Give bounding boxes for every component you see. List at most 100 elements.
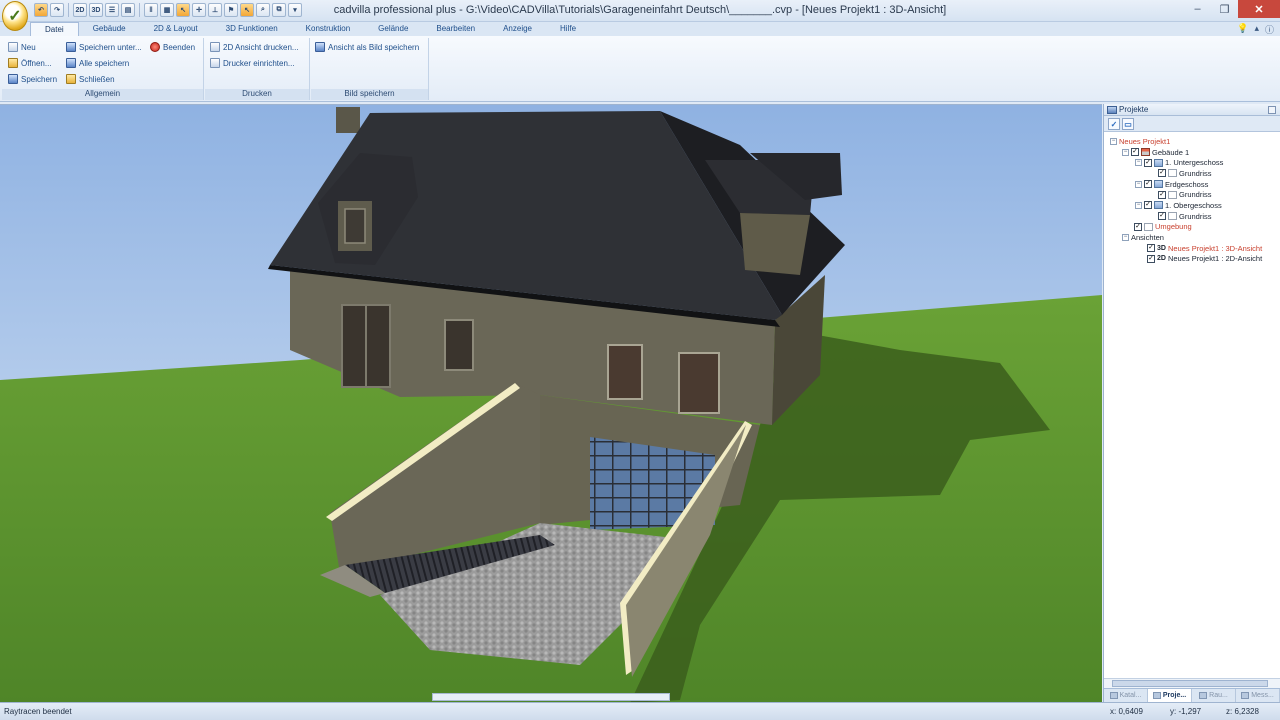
- tab-anzeige[interactable]: Anzeige: [489, 22, 546, 36]
- checkmark-icon[interactable]: ✓: [1108, 118, 1120, 130]
- collapse-icon[interactable]: −: [1135, 159, 1142, 167]
- visibility-checkbox[interactable]: ✓: [1144, 158, 1152, 167]
- tree-item-environment[interactable]: ✓ Umgebung: [1104, 222, 1280, 233]
- pin-icon[interactable]: [1268, 106, 1276, 114]
- panel-horizontal-scrollbar[interactable]: [1104, 678, 1280, 688]
- visibility-checkbox[interactable]: ✓: [1134, 222, 1142, 231]
- visibility-checkbox[interactable]: ✓: [1158, 190, 1166, 199]
- collapse-icon[interactable]: −: [1122, 234, 1129, 242]
- window-ground-2: [607, 344, 643, 400]
- tab-label: Rau...: [1209, 692, 1228, 699]
- 3d-scene[interactable]: [0, 105, 1102, 702]
- scrollbar-thumb[interactable]: [1112, 680, 1268, 687]
- tree-item-floor[interactable]: − ✓ 1. Obergeschoss: [1104, 200, 1280, 211]
- open-label: Öffnen...: [21, 58, 52, 68]
- tab-gelaende[interactable]: Gelände: [364, 22, 422, 36]
- panel-toolbar: ✓ ▭: [1104, 116, 1280, 132]
- tree-item-floor[interactable]: − ✓ 1. Untergeschoss: [1104, 157, 1280, 168]
- open-folder-icon: [8, 58, 18, 68]
- tab-2d-layout[interactable]: 2D & Layout: [140, 22, 212, 36]
- new-button[interactable]: Neu: [8, 42, 36, 52]
- exit-button[interactable]: Beenden: [150, 42, 195, 52]
- tree-item-plan[interactable]: ✓ Grundriss: [1104, 189, 1280, 200]
- collapse-icon[interactable]: −: [1122, 148, 1129, 156]
- save-as-icon: [66, 42, 76, 52]
- visibility-checkbox[interactable]: ✓: [1131, 148, 1139, 157]
- tree-item-view-3d[interactable]: ✓ 3D Neues Projekt1 : 3D-Ansicht: [1104, 243, 1280, 254]
- save-as-label: Speichern unter...: [79, 42, 142, 52]
- visibility-checkbox[interactable]: ✓: [1158, 212, 1166, 221]
- viewport-horizontal-scrollbar[interactable]: [432, 693, 670, 701]
- floorplan-icon: [1168, 169, 1177, 178]
- tree-label: 1. Obergeschoss: [1165, 200, 1222, 210]
- minimize-icon[interactable]: –: [1184, 0, 1211, 18]
- chimney: [336, 107, 360, 133]
- rooms-icon: [1199, 692, 1208, 699]
- tree-item-plan[interactable]: ✓ Grundriss: [1104, 211, 1280, 222]
- save-all-button[interactable]: Alle speichern: [66, 58, 129, 68]
- tab-datei[interactable]: Datei: [30, 22, 79, 36]
- printer-setup-icon: [210, 58, 220, 68]
- visibility-checkbox[interactable]: ✓: [1147, 244, 1155, 253]
- save-as-button[interactable]: Speichern unter...: [66, 42, 142, 52]
- tree-label: Grundriss: [1179, 168, 1212, 178]
- panel-bottom-tabs: Katal... Proje... Rau... Mess...: [1104, 688, 1280, 702]
- properties-icon[interactable]: ▭: [1122, 118, 1134, 130]
- floorplan-icon: [1168, 212, 1177, 221]
- save-all-label: Alle speichern: [79, 58, 130, 68]
- measure-tab-icon: [1241, 692, 1250, 699]
- tab-konstruktion[interactable]: Konstruktion: [292, 22, 364, 36]
- status-bar: Raytracen beendet x: 0,6409 y: -1,297 z:…: [0, 702, 1280, 720]
- ribbon-group-title: Drucken: [205, 89, 309, 100]
- view-tag: 3D: [1157, 244, 1166, 252]
- tree-label: Neues Projekt1 : 3D-Ansicht: [1167, 243, 1263, 253]
- building-icon: [1141, 148, 1150, 157]
- print-2d-button[interactable]: 2D Ansicht drucken...: [210, 42, 299, 52]
- tab-bearbeiten[interactable]: Bearbeiten: [422, 22, 489, 36]
- collapse-icon[interactable]: −: [1110, 137, 1117, 145]
- close-folder-icon: [66, 74, 76, 84]
- lightbulb-icon[interactable]: 💡: [1237, 23, 1248, 36]
- visibility-checkbox[interactable]: ✓: [1147, 254, 1155, 263]
- tree-item-plan[interactable]: ✓ Grundriss: [1104, 168, 1280, 179]
- save-label: Speichern: [21, 74, 58, 84]
- maximize-icon[interactable]: ❐: [1211, 0, 1238, 18]
- window-ground-1: [444, 319, 474, 371]
- environment-icon: [1144, 222, 1153, 231]
- coord-x: x: 0,6409: [1110, 707, 1143, 716]
- collapse-icon[interactable]: −: [1135, 201, 1142, 209]
- tree-item-view-2d[interactable]: ✓ 2D Neues Projekt1 : 2D-Ansicht: [1104, 254, 1280, 265]
- 3d-viewport[interactable]: [0, 104, 1102, 702]
- ribbon-minimize-icon[interactable]: ▴: [1254, 23, 1259, 36]
- app-logo-icon[interactable]: ✓: [2, 1, 28, 31]
- close-project-button[interactable]: Schließen: [66, 74, 115, 84]
- dormer-wall-right: [740, 213, 810, 275]
- open-button[interactable]: Öffnen...: [8, 58, 52, 68]
- save-view-as-image-button[interactable]: Ansicht als Bild speichern: [315, 42, 419, 52]
- ribbon-group-allgemein: Neu Öffnen... Speichern Speichern unter.…: [2, 38, 204, 100]
- visibility-checkbox[interactable]: ✓: [1144, 180, 1152, 189]
- printer-setup-button[interactable]: Drucker einrichten...: [210, 58, 295, 68]
- tab-hilfe[interactable]: Hilfe: [546, 22, 590, 36]
- tree-item-project[interactable]: − Neues Projekt1: [1104, 136, 1280, 147]
- visibility-checkbox[interactable]: ✓: [1158, 169, 1166, 178]
- tree-item-views[interactable]: − Ansichten: [1104, 232, 1280, 243]
- collapse-icon[interactable]: −: [1135, 180, 1142, 188]
- tab-measure[interactable]: Mess...: [1236, 689, 1280, 702]
- info-icon[interactable]: ⓘ: [1265, 23, 1274, 36]
- tree-item-floor[interactable]: − ✓ Erdgeschoss: [1104, 179, 1280, 190]
- tree-label: Neues Projekt1 : 2D-Ansicht: [1167, 254, 1263, 264]
- tab-label: Proje...: [1162, 692, 1187, 699]
- tab-gebaeude[interactable]: Gebäude: [79, 22, 140, 36]
- tab-rooms[interactable]: Rau...: [1192, 689, 1236, 702]
- visibility-checkbox[interactable]: ✓: [1144, 201, 1152, 210]
- save-button[interactable]: Speichern: [8, 74, 57, 84]
- tree-label: Grundriss: [1179, 211, 1212, 221]
- projects-icon: [1107, 106, 1117, 114]
- tab-3d-funktionen[interactable]: 3D Funktionen: [212, 22, 292, 36]
- tree-item-building[interactable]: − ✓ Gebäude 1: [1104, 147, 1280, 158]
- close-icon[interactable]: ✕: [1238, 0, 1280, 18]
- tab-catalog[interactable]: Katal...: [1104, 689, 1148, 702]
- ribbon-group-bild-speichern: Ansicht als Bild speichern Bild speicher…: [311, 38, 429, 100]
- tab-projects[interactable]: Proje...: [1148, 689, 1192, 702]
